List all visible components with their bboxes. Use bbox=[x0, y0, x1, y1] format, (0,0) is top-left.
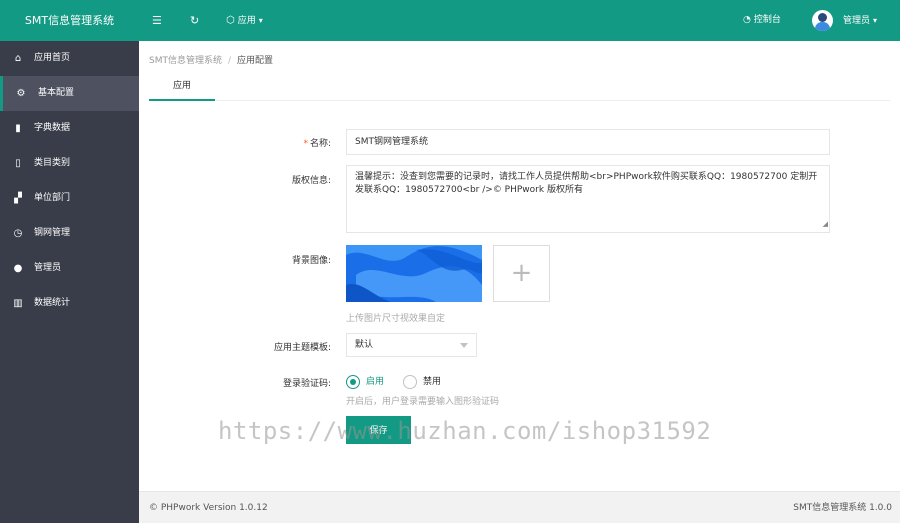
caret-down-icon bbox=[460, 343, 468, 348]
copyright-textarea[interactable]: 温馨提示：没查到您需要的记录时，请找工作人员提供帮助<br>PHPwork软件购… bbox=[346, 165, 830, 233]
tab-app[interactable]: 应用 bbox=[149, 75, 215, 101]
top-header: SMT信息管理系统 ☰ ↻ ⬡ 应用 ▾ ◔ 控制台 管理员 ▾ bbox=[0, 0, 900, 41]
captcha-disable-label: 禁用 bbox=[423, 377, 442, 387]
sidebar-item-label: 字典数据 bbox=[34, 123, 71, 133]
footer: © PHPwork Version 1.0.12 SMT信息管理系统 1.0.0 bbox=[139, 491, 900, 523]
sidebar-item-stats[interactable]: ▥ 数据统计 bbox=[0, 286, 139, 321]
avatar[interactable] bbox=[812, 10, 833, 31]
cube-icon: ⬡ bbox=[226, 15, 235, 26]
clock-icon: ◷ bbox=[13, 228, 23, 239]
bg-label: 背景图像: bbox=[291, 256, 331, 266]
background-image-art bbox=[346, 245, 482, 302]
sidebar-item-dictionary[interactable]: ▮ 字典数据 bbox=[0, 111, 139, 146]
admin-menu[interactable]: 管理员 ▾ bbox=[843, 0, 877, 41]
console-label: 控制台 bbox=[753, 15, 781, 25]
admin-label: 管理员 bbox=[843, 16, 871, 26]
sidebar-item-label: 单位部门 bbox=[34, 193, 71, 203]
sidebar: ⌂ 应用首页 ⚙ 基本配置 ▮ 字典数据 ▯ 类目类别 ▞ 单位部门 ◷ 钢网管理 ● 管理员… bbox=[0, 41, 139, 523]
save-button[interactable]: 保存 bbox=[346, 416, 411, 444]
dashboard-icon: ◔ bbox=[743, 15, 751, 25]
name-label: * 名称: bbox=[303, 139, 331, 149]
file-icon: ▯ bbox=[15, 158, 21, 169]
footer-system: SMT信息管理系统 1.0.0 bbox=[793, 503, 892, 513]
chevron-down-icon: ▾ bbox=[258, 16, 263, 25]
chevron-down-icon: ▾ bbox=[873, 16, 878, 25]
bg-hint: 上传图片尺寸视效果自定 bbox=[346, 314, 446, 324]
tab-bar: 应用 bbox=[149, 75, 890, 101]
home-icon: ⌂ bbox=[14, 53, 22, 64]
app-menu-label: 应用 bbox=[237, 16, 256, 26]
radio-unchecked-icon bbox=[403, 375, 417, 389]
name-input[interactable]: SMT钢网管理系统 bbox=[346, 129, 830, 155]
user-icon: ● bbox=[13, 263, 23, 274]
sidebar-item-home[interactable]: ⌂ 应用首页 bbox=[0, 41, 139, 76]
theme-label: 应用主题模板: bbox=[273, 343, 331, 353]
main-content: SMT信息管理系统 / 应用配置 应用 * 名称: SMT钢网管理系统 版权信息: 温… bbox=[139, 41, 900, 491]
sidebar-item-admin[interactable]: ● 管理员 bbox=[0, 251, 139, 286]
gear-icon: ⚙ bbox=[16, 88, 26, 99]
breadcrumb: SMT信息管理系统 / 应用配置 bbox=[149, 53, 273, 66]
theme-select-value: 默认 bbox=[355, 340, 374, 350]
sidebar-item-label: 基本配置 bbox=[38, 88, 75, 98]
breadcrumb-current: 应用配置 bbox=[237, 56, 274, 66]
sidebar-item-label: 钢网管理 bbox=[34, 228, 71, 238]
sidebar-item-label: 数据统计 bbox=[34, 298, 71, 308]
sidebar-item-label: 管理员 bbox=[34, 263, 62, 273]
sidebar-item-label: 类目类别 bbox=[34, 158, 71, 168]
footer-version: © PHPwork Version 1.0.12 bbox=[149, 503, 268, 513]
copyright-label: 版权信息: bbox=[291, 176, 331, 186]
book-icon: ▮ bbox=[15, 123, 21, 134]
app-menu-button[interactable]: ⬡ 应用 ▾ bbox=[226, 0, 263, 41]
refresh-icon[interactable]: ↻ bbox=[190, 0, 199, 41]
sidebar-item-label: 应用首页 bbox=[34, 53, 71, 63]
background-image-preview[interactable] bbox=[346, 245, 482, 302]
radio-checked-icon bbox=[346, 375, 360, 389]
sidebar-item-department[interactable]: ▞ 单位部门 bbox=[0, 181, 139, 216]
breadcrumb-separator: / bbox=[227, 56, 232, 66]
captcha-label: 登录验证码: bbox=[282, 379, 331, 389]
sidebar-item-stencil[interactable]: ◷ 钢网管理 bbox=[0, 216, 139, 251]
sidebar-item-basic-config[interactable]: ⚙ 基本配置 bbox=[0, 76, 139, 111]
captcha-enable-label: 启用 bbox=[366, 377, 385, 387]
theme-select[interactable]: 默认 bbox=[346, 333, 477, 357]
chart-icon: ▥ bbox=[13, 298, 23, 309]
menu-toggle-icon[interactable]: ☰ bbox=[152, 0, 162, 41]
console-link[interactable]: ◔ 控制台 bbox=[743, 0, 781, 41]
app-logo[interactable]: SMT信息管理系统 bbox=[0, 0, 139, 41]
sidebar-item-category[interactable]: ▯ 类目类别 bbox=[0, 146, 139, 181]
upload-image-button[interactable]: + bbox=[493, 245, 550, 302]
org-icon: ▞ bbox=[14, 193, 22, 204]
breadcrumb-root[interactable]: SMT信息管理系统 bbox=[149, 56, 222, 66]
captcha-hint: 开启后，用户登录需要输入图形验证码 bbox=[346, 397, 500, 407]
copyright-text: 温馨提示：没查到您需要的记录时，请找工作人员提供帮助<br>PHPwork软件购… bbox=[355, 172, 818, 195]
resize-handle-icon[interactable]: ◢ bbox=[823, 218, 828, 231]
